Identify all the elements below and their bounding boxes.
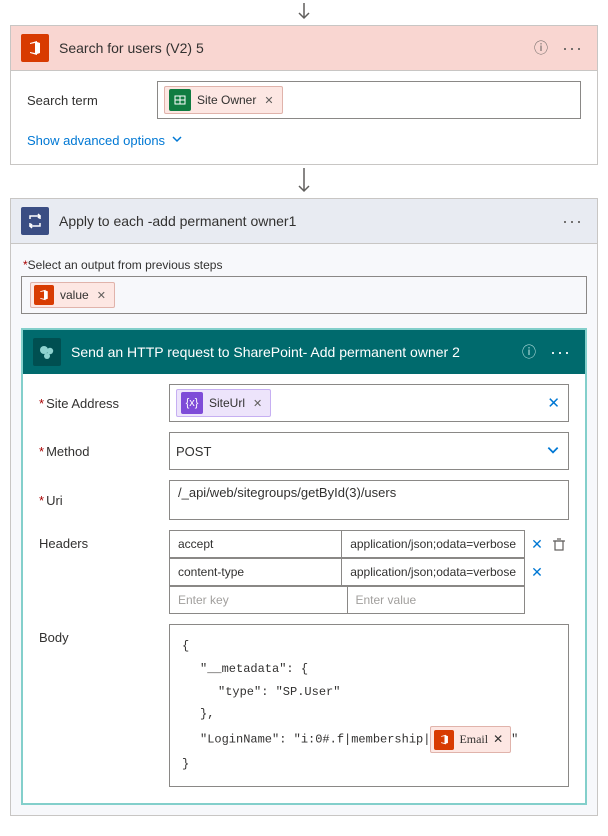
- action-header[interactable]: Send an HTTP request to SharePoint- Add …: [23, 330, 585, 374]
- output-field[interactable]: value ✕: [21, 276, 587, 314]
- action-header[interactable]: Search for users (V2) 5 ⓘ ···: [11, 26, 597, 71]
- token-remove[interactable]: ✕: [253, 397, 262, 410]
- office-icon: [34, 285, 54, 305]
- connector-arrow: [0, 165, 608, 198]
- more-menu[interactable]: ···: [558, 216, 587, 226]
- search-term-field[interactable]: Site Owner ✕: [157, 81, 581, 119]
- show-advanced-link[interactable]: Show advanced options: [27, 133, 183, 148]
- action-apply-to-each: Apply to each -add permanent owner1 ··· …: [10, 198, 598, 816]
- action-header[interactable]: Apply to each -add permanent owner1 ···: [11, 199, 597, 244]
- excel-icon: [169, 89, 191, 111]
- action-title: Apply to each -add permanent owner1: [59, 213, 296, 229]
- search-term-label: Search term: [27, 93, 157, 108]
- header-row: accept application/json;odata=verbose: [169, 530, 525, 558]
- header-key[interactable]: content-type: [170, 559, 342, 585]
- header-key[interactable]: accept: [170, 531, 342, 557]
- uri-input[interactable]: /_api/web/sitegroups/getById(3)/users: [169, 480, 569, 520]
- clear-icon[interactable]: ✕: [547, 394, 560, 412]
- header-value-input[interactable]: Enter value: [348, 587, 525, 613]
- body-label: Body: [39, 624, 169, 645]
- token-remove[interactable]: ✕: [493, 728, 503, 751]
- output-note: *Select an output from previous steps: [23, 258, 595, 272]
- remove-header-icon[interactable]: ✕: [525, 564, 549, 581]
- chevron-down-icon: [171, 133, 183, 148]
- help-icon[interactable]: ⓘ: [522, 342, 536, 362]
- token-site-owner[interactable]: Site Owner ✕: [164, 86, 283, 114]
- token-remove[interactable]: ✕: [264, 94, 273, 107]
- method-select[interactable]: POST: [169, 432, 569, 470]
- token-remove[interactable]: ✕: [97, 289, 106, 302]
- help-icon[interactable]: ⓘ: [534, 38, 548, 58]
- connector-arrow: [0, 0, 608, 25]
- token-value[interactable]: value ✕: [30, 282, 115, 308]
- office-icon: [21, 34, 49, 62]
- action-title: Search for users (V2) 5: [59, 40, 204, 56]
- header-row-new: Enter key Enter value: [169, 586, 525, 614]
- header-key-input[interactable]: Enter key: [170, 587, 348, 613]
- site-address-field[interactable]: {x} SiteUrl ✕ ✕: [169, 384, 569, 422]
- delete-all-icon[interactable]: [549, 537, 569, 551]
- more-menu[interactable]: ···: [546, 347, 575, 357]
- action-title: Send an HTTP request to SharePoint- Add …: [71, 344, 460, 360]
- header-row: content-type application/json;odata=verb…: [169, 558, 525, 586]
- office-icon: [434, 730, 454, 750]
- header-value[interactable]: application/json;odata=verbose: [342, 531, 524, 557]
- token-siteurl[interactable]: {x} SiteUrl ✕: [176, 389, 271, 417]
- chevron-down-icon[interactable]: [546, 443, 560, 460]
- header-value[interactable]: application/json;odata=verbose: [342, 559, 524, 585]
- loop-icon: [21, 207, 49, 235]
- more-menu[interactable]: ···: [558, 43, 587, 53]
- expression-icon: {x}: [181, 392, 203, 414]
- headers-label: Headers: [39, 530, 169, 551]
- token-email[interactable]: Email ✕: [430, 726, 511, 753]
- site-address-label: Site Address: [39, 396, 169, 411]
- body-input[interactable]: { "__metadata": { "type": "SP.User" }, "…: [169, 624, 569, 787]
- sharepoint-icon: [33, 338, 61, 366]
- method-label: Method: [39, 444, 169, 459]
- action-search-users: Search for users (V2) 5 ⓘ ··· Search ter…: [10, 25, 598, 165]
- uri-label: Uri: [39, 493, 169, 508]
- action-http-sharepoint: Send an HTTP request to SharePoint- Add …: [21, 328, 587, 805]
- remove-header-icon[interactable]: ✕: [525, 536, 549, 553]
